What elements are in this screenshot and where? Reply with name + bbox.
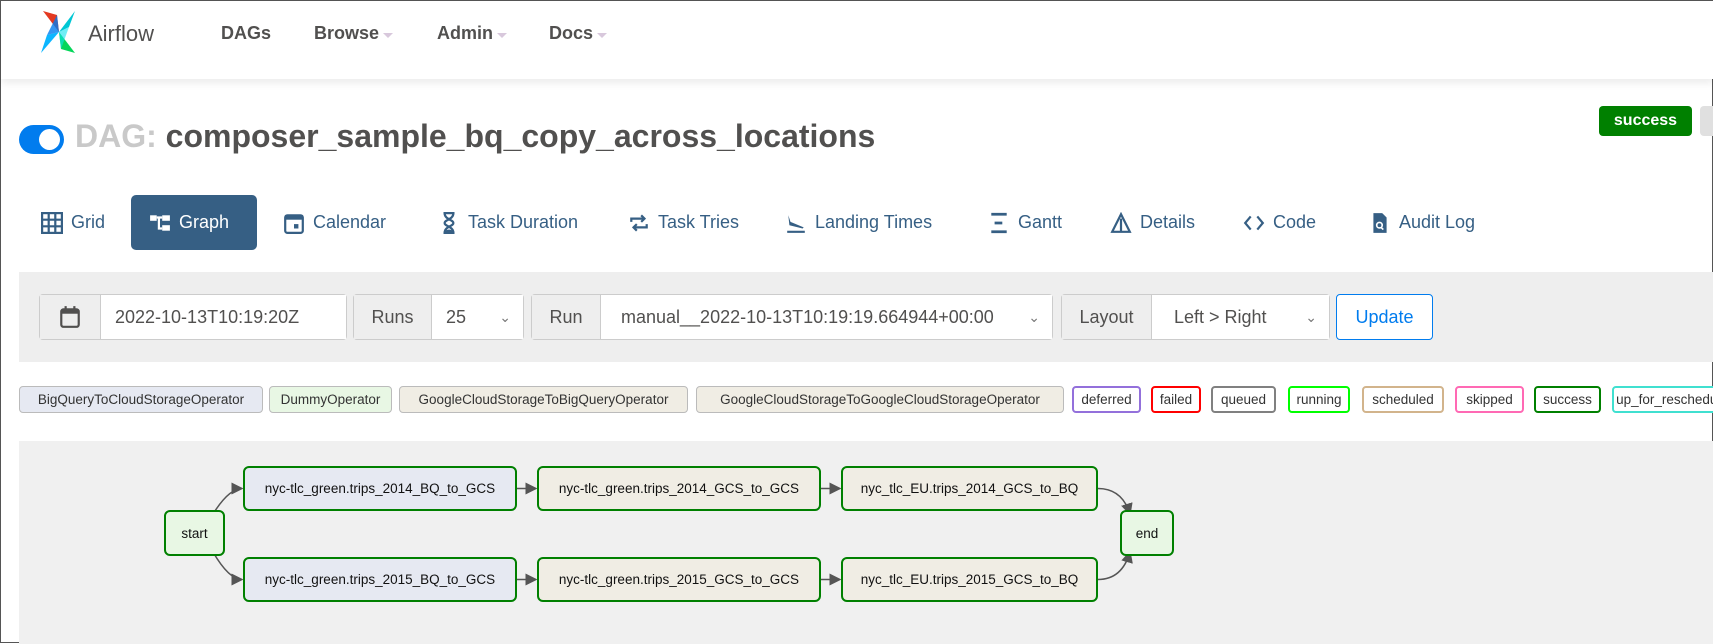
base-date-value: 2022-10-13T10:19:20Z [115, 306, 300, 327]
tab-graph[interactable]: Graph [131, 195, 257, 250]
tab-label: Task Tries [658, 212, 740, 232]
tab-label: Grid [71, 212, 106, 232]
tab-label: Gantt [1018, 212, 1063, 232]
layout-label: Layout [1062, 295, 1152, 339]
retry-icon [630, 214, 648, 231]
nav-dags[interactable]: DAGs [221, 23, 271, 44]
code-icon [1243, 215, 1265, 230]
nav-docs[interactable]: Docs [549, 23, 608, 44]
tab-label: Task Duration [468, 212, 579, 232]
update-button[interactable]: Update [1336, 294, 1433, 340]
task-node-b2[interactable]: nyc-tlc_green.trips_2015_GCS_to_GCS [537, 557, 821, 602]
plane-landing-icon [787, 214, 805, 233]
airflow-logo-icon[interactable] [39, 9, 79, 55]
legend-state[interactable]: running [1288, 386, 1350, 413]
tab-code[interactable]: Code [1229, 195, 1330, 250]
legend-state[interactable]: failed [1151, 386, 1201, 413]
nav-browse[interactable]: Browse [314, 23, 394, 44]
legend-operator[interactable]: DummyOperator [269, 386, 392, 413]
edge-b3-end [1097, 550, 1133, 581]
tab-gantt[interactable]: Gantt [974, 195, 1076, 250]
caret-down-icon [497, 32, 507, 38]
dag-prefix: DAG: [75, 118, 157, 154]
secondary-badge[interactable] [1700, 106, 1713, 136]
task-node-a2[interactable]: nyc-tlc_green.trips_2014_GCS_to_GCS [537, 466, 821, 511]
page-title: DAG: composer_sample_bq_copy_across_loca… [75, 118, 875, 155]
triangle-icon [1110, 211, 1132, 233]
calendar-icon[interactable] [40, 295, 101, 339]
toggle-knob [39, 129, 60, 150]
dag-name: composer_sample_bq_copy_across_locations [165, 118, 876, 154]
legend-state[interactable]: success [1534, 386, 1601, 413]
task-node-b1[interactable]: nyc-tlc_green.trips_2015_BQ_to_GCS [243, 557, 517, 602]
legend-operator[interactable]: BigQueryToCloudStorageOperator [19, 386, 263, 413]
calendar-icon [284, 213, 304, 234]
nav-dags-label: DAGs [221, 23, 272, 43]
task-node-a1[interactable]: nyc-tlc_green.trips_2014_BQ_to_GCS [243, 466, 517, 511]
task-node-b3[interactable]: nyc_tlc_EU.trips_2015_GCS_to_BQ [841, 557, 1098, 602]
tab-label: Landing Times [815, 212, 933, 232]
task-node-a3[interactable]: nyc_tlc_EU.trips_2014_GCS_to_BQ [841, 466, 1098, 511]
layout-select[interactable]: Left > Right ⌄ [1152, 295, 1329, 339]
tab-landing-times[interactable]: Landing Times [771, 195, 946, 250]
task-node-start[interactable]: start [164, 510, 225, 556]
graph-icon [150, 214, 170, 231]
brand-name[interactable]: Airflow [88, 21, 154, 47]
tab-label: Graph [179, 212, 230, 232]
tab-audit-log[interactable]: Audit Log [1355, 195, 1489, 250]
status-badge[interactable]: success [1599, 106, 1692, 136]
run-value: manual__2022-10-13T10:19:19.664944+00:00 [621, 306, 994, 327]
nav-browse-label: Browse [314, 23, 380, 43]
tab-label: Details [1140, 212, 1196, 232]
tab-task-duration[interactable]: Task Duration [424, 195, 592, 250]
legend-operator[interactable]: GoogleCloudStorageToGoogleCloudStorageOp… [696, 386, 1064, 413]
runs-group: Runs 25 ⌄ [353, 294, 524, 340]
runs-label: Runs [354, 295, 432, 339]
nav-docs-label: Docs [549, 23, 594, 43]
pause-toggle[interactable] [19, 125, 64, 154]
legend-state[interactable]: deferred [1072, 386, 1141, 413]
chevron-down-icon: ⌄ [1305, 308, 1317, 325]
legend-state[interactable]: up_for_reschedule [1612, 386, 1713, 413]
tab-details[interactable]: Details [1096, 195, 1209, 250]
legend-state[interactable]: scheduled [1362, 386, 1444, 413]
runs-select[interactable]: 25 ⌄ [432, 295, 523, 339]
base-date-group: 2022-10-13T10:19:20Z [39, 294, 347, 340]
tab-label: Calendar [313, 212, 387, 232]
chevron-down-icon: ⌄ [1028, 308, 1040, 325]
tab-label: Code [1273, 212, 1317, 232]
tab-label: Audit Log [1399, 212, 1476, 232]
grid-icon [41, 211, 63, 234]
run-label: Run [532, 295, 601, 339]
runs-value: 25 [446, 306, 467, 327]
file-search-icon [1373, 212, 1387, 233]
hourglass-icon [443, 211, 455, 234]
caret-down-icon [383, 32, 394, 38]
gantt-icon [991, 212, 1007, 233]
navbar: Airflow DAGs Browse Admin Docs [1, 1, 1713, 79]
nav-admin[interactable]: Admin [437, 23, 507, 44]
legend-operator[interactable]: GoogleCloudStorageToBigQueryOperator [399, 386, 688, 413]
base-date-input[interactable]: 2022-10-13T10:19:20Z [101, 295, 346, 339]
graph-canvas[interactable]: start nyc-tlc_green.trips_2014_BQ_to_GCS n… [19, 441, 1713, 644]
edge-start-b1 [212, 551, 244, 586]
tab-task-tries[interactable]: Task Tries [614, 195, 753, 250]
caret-down-icon [597, 32, 608, 38]
task-node-end[interactable]: end [1120, 510, 1174, 556]
tab-calendar[interactable]: Calendar [269, 195, 400, 250]
chevron-down-icon: ⌄ [499, 308, 511, 325]
layout-group: Layout Left > Right ⌄ [1061, 294, 1330, 340]
layout-value: Left > Right [1174, 306, 1267, 327]
legend-state[interactable]: queued [1211, 386, 1276, 413]
run-select[interactable]: manual__2022-10-13T10:19:19.664944+00:00… [601, 295, 1052, 339]
nav-admin-label: Admin [437, 23, 493, 43]
legend-state[interactable]: skipped [1455, 386, 1524, 413]
run-group: Run manual__2022-10-13T10:19:19.664944+0… [531, 294, 1053, 340]
tab-grid[interactable]: Grid [27, 195, 119, 250]
